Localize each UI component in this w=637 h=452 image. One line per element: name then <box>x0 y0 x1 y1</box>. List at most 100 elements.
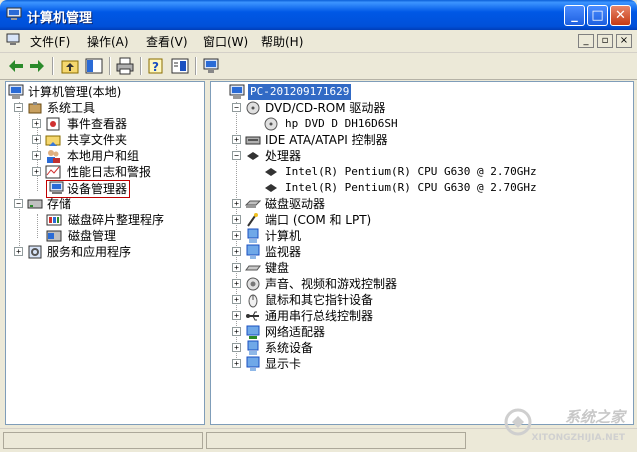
tree-connector <box>19 102 21 252</box>
usb-icon <box>246 311 259 321</box>
expand-toggle[interactable]: + <box>232 327 241 336</box>
expand-toggle[interactable]: + <box>232 343 241 352</box>
computer-management-icon <box>6 7 22 20</box>
watermark-logo: 系统之家 XITONGZHIJIA.NET <box>503 405 633 449</box>
tree-item-label: 存储 <box>47 197 72 211</box>
disk-management-icon <box>46 230 62 242</box>
system-device-icon <box>247 340 259 355</box>
expand-toggle[interactable]: + <box>232 359 241 368</box>
properties-icon[interactable] <box>170 56 190 76</box>
toolbar: ? <box>0 53 637 80</box>
mdi-close-button[interactable]: × <box>616 34 632 48</box>
network-adapter-icon <box>246 325 260 339</box>
menu-help[interactable]: 帮助(H) <box>261 33 303 50</box>
close-button[interactable]: ✕ <box>610 5 631 26</box>
tree-item-label: 磁盘碎片整理程序 <box>68 213 165 227</box>
collapse-toggle[interactable]: − <box>14 199 23 208</box>
mdi-minimize-button[interactable]: _ <box>578 34 594 48</box>
defrag-icon <box>46 214 62 226</box>
performance-icon <box>45 165 61 179</box>
device-category-label: 系统设备 <box>265 341 314 355</box>
device-category-label: 网络适配器 <box>265 325 326 339</box>
menu-view[interactable]: 查看(V) <box>146 33 188 50</box>
print-icon[interactable] <box>115 56 135 76</box>
scan-hardware-icon[interactable] <box>201 56 221 76</box>
users-icon <box>47 150 60 163</box>
help-icon[interactable]: ? <box>146 56 166 76</box>
event-viewer-icon <box>46 117 60 131</box>
tree-item-label: 共享文件夹 <box>67 133 128 147</box>
minimize-button[interactable]: _ <box>564 5 585 26</box>
tree-item-label: 事件查看器 <box>67 117 128 131</box>
status-cell <box>206 432 466 449</box>
title-bar: 计算机管理 _ □ ✕ <box>0 0 637 30</box>
expand-toggle[interactable]: + <box>32 119 41 128</box>
status-cell <box>3 432 203 449</box>
disk-drive-icon <box>245 200 261 208</box>
cpu-icon <box>265 168 277 176</box>
shared-folder-icon <box>45 135 61 146</box>
tree-item-label: 设备管理器 <box>67 182 128 196</box>
toolbar-separator <box>52 57 54 75</box>
maximize-button[interactable]: □ <box>587 5 608 26</box>
show-hide-tree-icon[interactable] <box>84 56 104 76</box>
device-category-label: DVD/CD-ROM 驱动器 <box>265 101 386 115</box>
collapse-toggle[interactable]: − <box>232 103 241 112</box>
tree-item-label: 性能日志和警报 <box>67 165 152 179</box>
expand-toggle[interactable]: + <box>32 135 41 144</box>
toolbar-separator <box>140 57 142 75</box>
expand-toggle[interactable]: + <box>32 151 41 160</box>
expand-toggle[interactable]: + <box>232 135 241 144</box>
expand-toggle[interactable]: + <box>232 199 241 208</box>
port-icon <box>247 213 258 227</box>
console-tree-pane[interactable]: 计算机管理(本地) − 系统工具 + 事件查看器 + 共享文件夹 + 本地用户和… <box>5 81 205 425</box>
device-category-label: 计算机 <box>265 229 302 243</box>
device-tree-root-label: PC-201209171629 <box>248 84 352 100</box>
expand-toggle[interactable]: + <box>232 247 241 256</box>
tree-item-label: 系统工具 <box>47 101 96 115</box>
device-item-label: hp DVD D DH16D6SH <box>285 117 398 130</box>
device-category-label: 显示卡 <box>265 357 302 371</box>
expand-toggle[interactable]: + <box>232 263 241 272</box>
device-category-label: 通用串行总线控制器 <box>265 309 374 323</box>
tree-item-label: 磁盘管理 <box>68 229 117 243</box>
keyboard-icon <box>245 265 261 271</box>
menu-window[interactable]: 窗口(W) <box>203 33 248 50</box>
expand-toggle[interactable]: + <box>232 295 241 304</box>
expand-toggle[interactable]: + <box>32 167 41 176</box>
menu-file[interactable]: 文件(F) <box>30 33 70 50</box>
device-manager-icon <box>49 181 64 194</box>
expand-toggle[interactable]: + <box>232 311 241 320</box>
collapse-toggle[interactable]: − <box>14 103 23 112</box>
speaker-icon <box>246 277 260 291</box>
up-folder-icon[interactable] <box>60 56 80 76</box>
mdi-document-icon <box>6 33 20 45</box>
device-tree-pane[interactable]: PC-201209171629 − DVD/CD-ROM 驱动器 hp DVD … <box>210 81 634 425</box>
device-category-label: IDE ATA/ATAPI 控制器 <box>265 133 388 147</box>
computer-icon <box>229 84 245 99</box>
tree-item-label: 服务和应用程序 <box>47 245 132 259</box>
toolbar-separator <box>195 57 197 75</box>
expand-toggle[interactable]: + <box>14 247 23 256</box>
display-adapter-icon <box>246 356 260 371</box>
collapse-toggle[interactable]: − <box>232 151 241 160</box>
mdi-restore-button[interactable]: ▫ <box>597 34 613 48</box>
toolbar-separator <box>109 57 111 75</box>
device-category-label: 声音、视频和游戏控制器 <box>265 277 398 291</box>
device-category-label: 鼠标和其它指针设备 <box>265 293 374 307</box>
expand-toggle[interactable]: + <box>232 215 241 224</box>
computer-category-icon <box>247 228 259 243</box>
expand-toggle[interactable]: + <box>232 279 241 288</box>
device-item-label: Intel(R) Pentium(R) CPU G630 @ 2.70GHz <box>285 165 537 178</box>
back-icon[interactable] <box>6 56 26 76</box>
device-category-label: 监视器 <box>265 245 302 259</box>
expand-toggle[interactable]: + <box>232 231 241 240</box>
device-category-label: 磁盘驱动器 <box>265 197 326 211</box>
tree-item-label: 本地用户和组 <box>67 149 140 163</box>
svg-text:?: ? <box>152 60 159 74</box>
forward-icon[interactable] <box>27 56 47 76</box>
services-icon <box>28 245 42 259</box>
processor-icon <box>247 152 259 160</box>
menu-action[interactable]: 操作(A) <box>87 33 129 50</box>
device-item-label: Intel(R) Pentium(R) CPU G630 @ 2.70GHz <box>285 181 537 194</box>
